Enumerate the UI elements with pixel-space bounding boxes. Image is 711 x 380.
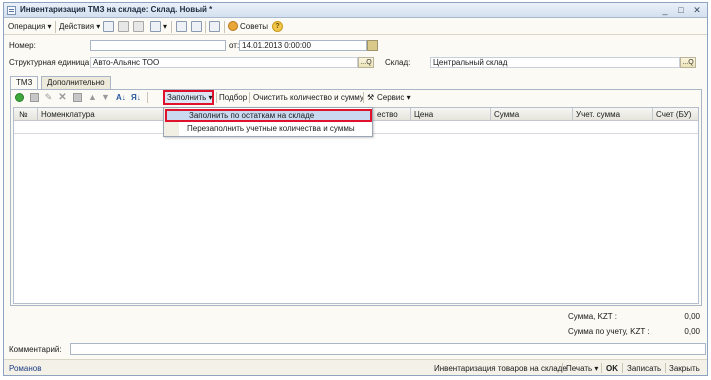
title-bar: Инвентаризация ТМЗ на складе: Склад. Нов…	[4, 3, 707, 18]
tab-additional[interactable]: Дополнительно	[41, 76, 111, 89]
clear-quantity-sum-button[interactable]: Очистить количество и сумму	[253, 93, 364, 102]
tab-tmz[interactable]: ТМЗ	[10, 76, 39, 90]
close-form-button[interactable]: Закрыть	[669, 364, 700, 373]
toolbar-separator	[55, 21, 56, 33]
print-menu[interactable]: Печать ▾	[566, 364, 598, 373]
close-button[interactable]: ✕	[691, 4, 703, 16]
move-up-icon[interactable]: ▲	[88, 93, 97, 102]
number-label: Номер:	[9, 41, 36, 50]
service-wrench-icon[interactable]: ⚒	[367, 93, 374, 102]
sum-value: 0,00	[684, 312, 700, 321]
unit-select-button[interactable]: ...Q	[358, 57, 374, 68]
grid-toolbar: ✎ ✕ ▲ ▼ A↓ Я↓ Заполнить ▾ Подбор Очистит…	[11, 90, 701, 106]
print-form-icon[interactable]	[209, 21, 220, 32]
column-separator	[37, 108, 38, 121]
comment-label: Комментарий:	[9, 345, 62, 354]
bar-separator	[665, 363, 666, 373]
column-quantity[interactable]: ество	[377, 110, 398, 119]
help-icon[interactable]: ?	[272, 21, 283, 32]
minimize-button[interactable]: _	[659, 4, 671, 16]
operation-menu[interactable]: Операция ▾	[8, 22, 52, 31]
column-price[interactable]: Цена	[414, 110, 433, 119]
inventory-report-button[interactable]: Инвентаризация товаров на складе	[434, 364, 567, 373]
column-separator	[490, 108, 491, 121]
toolbar-separator	[249, 92, 250, 103]
save-icon[interactable]	[103, 21, 114, 32]
tips-button[interactable]: Советы	[240, 22, 268, 31]
date-field[interactable]: 14.01.2013 0:00:00	[239, 40, 367, 51]
sort-descending-icon[interactable]: Я↓	[131, 93, 141, 102]
column-separator	[652, 108, 653, 121]
toolbar-separator	[224, 21, 225, 33]
toolbar-separator	[216, 92, 217, 103]
move-down-icon[interactable]: ▼	[101, 93, 110, 102]
add-row-icon[interactable]	[15, 93, 24, 102]
post-icon[interactable]	[118, 21, 129, 32]
column-nomenclature[interactable]: Номенклатура	[41, 110, 95, 119]
actions-menu[interactable]: Действия ▾	[59, 22, 100, 31]
warehouse-select-button[interactable]: ...Q	[680, 57, 696, 68]
tips-icon[interactable]	[228, 21, 238, 31]
sum-label: Сумма, KZT :	[568, 312, 617, 321]
sort-ascending-icon[interactable]: A↓	[116, 93, 126, 102]
bar-separator	[601, 363, 602, 373]
structure-icon[interactable]	[176, 21, 187, 32]
bar-separator	[562, 363, 563, 373]
selection-button[interactable]: Подбор	[219, 93, 247, 102]
unit-field[interactable]: Авто-Альянс ТОО	[90, 57, 358, 68]
edit-row-icon[interactable]: ✎	[44, 93, 53, 102]
movements-icon[interactable]	[191, 21, 202, 32]
date-label: от:	[229, 41, 240, 50]
accounting-sum-label: Сумма по учету, KZT :	[568, 327, 650, 336]
maximize-button[interactable]: □	[675, 4, 687, 16]
unit-label: Структурная единица:	[9, 58, 92, 67]
menu-item-refill-accounting[interactable]: Перезаполнить учетные количества и суммы	[165, 123, 372, 136]
toolbar-separator	[147, 92, 148, 103]
service-menu[interactable]: Сервис ▾	[377, 93, 411, 102]
number-field[interactable]	[90, 40, 226, 51]
create-based-on-icon[interactable]	[150, 21, 161, 32]
document-icon	[7, 6, 16, 15]
column-number[interactable]: №	[19, 110, 28, 119]
toolbar-separator	[363, 92, 364, 103]
column-sum[interactable]: Сумма	[494, 110, 519, 119]
save-button[interactable]: Записать	[627, 364, 661, 373]
document-info-icon[interactable]	[133, 21, 144, 32]
ok-button[interactable]: OK	[606, 364, 618, 373]
create-based-on-dropdown[interactable]: ▾	[163, 22, 167, 31]
bottom-bar: Романов Инвентаризация товаров на складе…	[4, 359, 707, 375]
menu-item-fill-by-stock[interactable]: Заполнить по остаткам на складе	[165, 109, 372, 122]
column-separator	[572, 108, 573, 121]
fill-dropdown-menu: Заполнить по остаткам на складе Перезапо…	[163, 107, 373, 137]
copy-row-icon[interactable]	[30, 93, 39, 102]
bar-separator	[622, 363, 623, 373]
column-account[interactable]: Счет (БУ)	[656, 110, 691, 119]
accounting-sum-value: 0,00	[684, 327, 700, 336]
calendar-icon[interactable]	[367, 40, 378, 51]
column-accounting-sum[interactable]: Учет. сумма	[576, 110, 620, 119]
fill-button[interactable]: Заполнить ▾	[163, 90, 214, 105]
column-separator	[410, 108, 411, 121]
comment-field[interactable]	[70, 343, 706, 355]
main-toolbar: Операция ▾ Действия ▾ ▾ Советы ?	[4, 19, 707, 35]
delete-row-icon[interactable]: ✕	[58, 93, 67, 103]
document-window: Инвентаризация ТМЗ на складе: Склад. Нов…	[3, 2, 708, 376]
toolbar-separator	[205, 21, 206, 33]
window-title: Инвентаризация ТМЗ на складе: Склад. Нов…	[20, 5, 213, 14]
warehouse-label: Склад:	[385, 58, 411, 67]
toolbar-separator	[171, 21, 172, 33]
end-edit-icon[interactable]	[73, 93, 82, 102]
author-link[interactable]: Романов	[9, 364, 42, 373]
warehouse-field[interactable]: Центральный склад	[430, 57, 680, 68]
